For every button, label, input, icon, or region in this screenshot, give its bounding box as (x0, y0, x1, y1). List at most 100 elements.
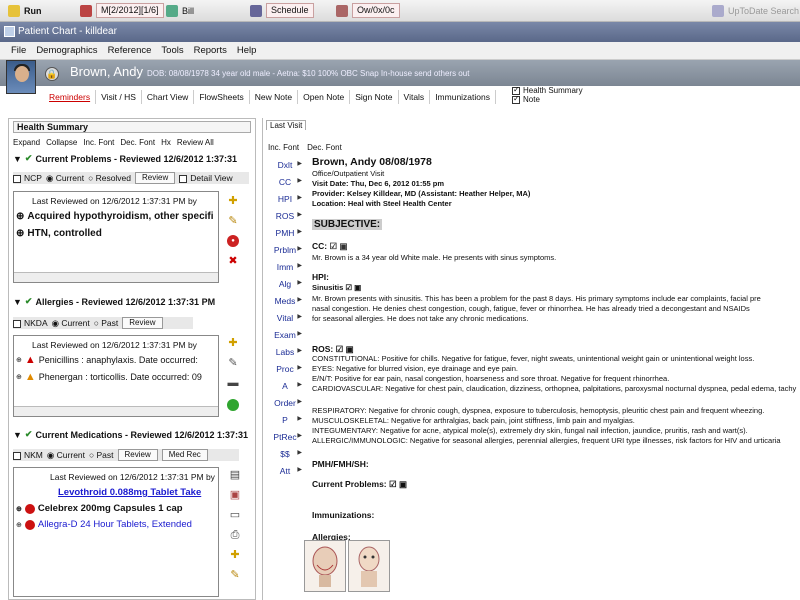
hx-button[interactable]: Hx (161, 138, 171, 147)
review-all-button[interactable]: Review All (177, 138, 214, 147)
note-visit-type: Office/Outpatient Visit (312, 169, 385, 178)
anatomy-thumbnail[interactable] (348, 540, 390, 592)
horizontal-scrollbar[interactable] (14, 272, 218, 282)
menu-demographics[interactable]: Demographics (31, 45, 102, 56)
nav-pmh[interactable]: PMH ▶ (266, 228, 304, 238)
list-item[interactable]: ⊕ Celebrex 200mg Capsules 1 cap (16, 503, 183, 514)
add-icon[interactable]: ✚ (229, 549, 241, 561)
nkda-checkbox[interactable]: NKDA (13, 318, 48, 328)
minus-icon[interactable]: ▬ (227, 377, 239, 389)
print-icon[interactable]: ⎙ (229, 529, 241, 541)
document-icon[interactable]: ▭ (229, 509, 241, 521)
med-rec-button[interactable]: Med Rec (161, 449, 208, 461)
ncp-checkbox[interactable]: NCP (13, 173, 42, 183)
nav-proc[interactable]: Proc ▶ (266, 364, 304, 374)
menu-help[interactable]: Help (232, 45, 262, 56)
past-radio[interactable]: ○ Past (94, 318, 119, 328)
warning-triangle-icon: ▲ (24, 354, 36, 366)
lock-icon[interactable]: 🔒 (45, 67, 59, 81)
edit-pencil-icon[interactable]: ✎ (227, 215, 239, 227)
date-box-button[interactable]: M[2/2012][1/6] (80, 2, 164, 19)
nkm-checkbox[interactable]: NKM (13, 450, 43, 460)
schedule-button[interactable]: Schedule (250, 2, 314, 19)
resolved-radio[interactable]: ○ Resolved (88, 173, 131, 183)
delete-x-icon[interactable]: ✖ (227, 255, 239, 267)
list-item[interactable]: ⊕ ▲ Phenergan : torticollis. Date occurred… (16, 371, 202, 383)
current-radio[interactable]: ◉ Current (52, 318, 90, 329)
nav-billing[interactable]: $$ ▶ (266, 449, 304, 459)
expand-button[interactable]: Expand (13, 138, 40, 147)
list-item[interactable]: ⊕ Acquired hypothyroidism, other specifi (16, 211, 214, 222)
list-item[interactable]: ⊕ HTN, controlled (16, 228, 102, 239)
tab-reminders[interactable]: Reminders (44, 90, 97, 104)
current-radio[interactable]: ◉ Current (46, 173, 84, 184)
nav-imm[interactable]: Imm ▶ (266, 262, 304, 272)
medications-header[interactable]: ▼ ✔ Current Medications - Reviewed 12/6/20… (13, 429, 248, 440)
nav-alg[interactable]: Alg ▶ (266, 279, 304, 289)
list-item[interactable]: Levothroid 0.088mg Tablet Take (58, 487, 201, 498)
menu-file[interactable]: File (6, 45, 31, 56)
dx-box-button[interactable]: Ow/0x/0c (336, 2, 400, 19)
tab-visit-hs[interactable]: Visit / HS (96, 90, 142, 104)
menu-reports[interactable]: Reports (189, 45, 232, 56)
nav-vital[interactable]: Vital ▶ (266, 313, 304, 323)
edit-pencil-icon[interactable]: ✎ (227, 357, 239, 369)
tab-immunizations[interactable]: Immunizations (430, 90, 496, 104)
green-status-icon[interactable] (227, 399, 239, 411)
list-item[interactable]: ⊕ ▲ Penicillins : anaphylaxis. Date occurr… (16, 354, 198, 366)
nav-p[interactable]: P ▶ (266, 415, 304, 425)
nav-meds[interactable]: Meds ▶ (266, 296, 304, 306)
tab-open-note[interactable]: Open Note (298, 90, 351, 104)
note-checkbox[interactable]: Note (512, 94, 583, 104)
health-summary-checkbox[interactable]: Health Summary (512, 85, 583, 95)
tab-chart-view[interactable]: Chart View (142, 90, 195, 104)
detail-view-checkbox[interactable]: Detail View (179, 173, 233, 183)
meds-review-button[interactable]: Review (117, 449, 158, 461)
nav-hpi[interactable]: HPI ▶ (266, 194, 304, 204)
current-radio[interactable]: ◉ Current (47, 450, 85, 461)
tab-new-note[interactable]: New Note (250, 90, 299, 104)
nav-prblm[interactable]: Prblm ▶ (266, 245, 304, 255)
inc-font-button[interactable]: Inc. Font (83, 138, 114, 147)
allergies-header[interactable]: ▼ ✔ Allergies - Reviewed 12/6/2012 1:37:31… (13, 296, 215, 307)
list-item[interactable]: ⊕ Allegra-D 24 Hour Tablets, Extended (16, 519, 192, 530)
uptodate-search[interactable]: UpToDate Search (712, 2, 799, 19)
tab-flowsheets[interactable]: FlowSheets (194, 90, 250, 104)
stop-icon[interactable]: ● (227, 235, 239, 247)
taskbar: Run M[2/2012][1/6] Bill Schedule Ow/0x/0… (0, 0, 800, 22)
nav-cc[interactable]: CC ▶ (266, 177, 304, 187)
collapse-button[interactable]: Collapse (46, 138, 77, 147)
menu-tools[interactable]: Tools (156, 45, 188, 56)
tab-vitals[interactable]: Vitals (399, 90, 431, 104)
add-icon[interactable]: ✚ (227, 337, 239, 349)
past-radio[interactable]: ○ Past (89, 450, 114, 460)
meds-options: NKM ◉ Current ○ Past Review Med Rec (13, 449, 239, 461)
prescription-icon[interactable]: ▣ (229, 489, 241, 501)
dec-font-button[interactable]: Dec. Font (120, 138, 155, 147)
tab-sign-note[interactable]: Sign Note (350, 90, 399, 104)
allergies-review-button[interactable]: Review (122, 317, 163, 329)
problems-review-button[interactable]: Review (135, 172, 176, 184)
add-icon[interactable]: ✚ (227, 195, 239, 207)
nav-ros[interactable]: ROS ▶ (266, 211, 304, 221)
nav-dxlt[interactable]: Dxlt ▶ (266, 160, 304, 170)
tab-last-visit[interactable]: Last Visit (266, 120, 307, 130)
anatomy-thumbnail[interactable] (304, 540, 346, 592)
nav-att[interactable]: Att ▶ (266, 466, 304, 476)
nav-exam[interactable]: Exam ▶ (266, 330, 304, 340)
pill-bottle-icon[interactable]: ▤ (229, 469, 241, 481)
nav-a[interactable]: A ▶ (266, 381, 304, 391)
schedule-icon (250, 4, 262, 17)
problems-header[interactable]: ▼ ✔ Current Problems - Reviewed 12/6/2012 … (13, 153, 237, 164)
nav-ptrec[interactable]: PtRec ▶ (266, 432, 304, 442)
menu-reference[interactable]: Reference (103, 45, 157, 56)
edit-pencil-icon[interactable]: ✎ (229, 569, 241, 581)
nav-order[interactable]: Order ▶ (266, 398, 304, 408)
run-button[interactable]: Run (8, 2, 42, 19)
horizontal-scrollbar[interactable] (14, 406, 218, 416)
ros-line: CARDIOVASCULAR: Negative for chest pain,… (312, 384, 797, 393)
nav-labs[interactable]: Labs ▶ (266, 347, 304, 357)
bill-button[interactable]: Bill (166, 2, 194, 19)
note-dec-font-button[interactable]: Dec. Font (307, 143, 342, 152)
note-inc-font-button[interactable]: Inc. Font (268, 143, 299, 152)
